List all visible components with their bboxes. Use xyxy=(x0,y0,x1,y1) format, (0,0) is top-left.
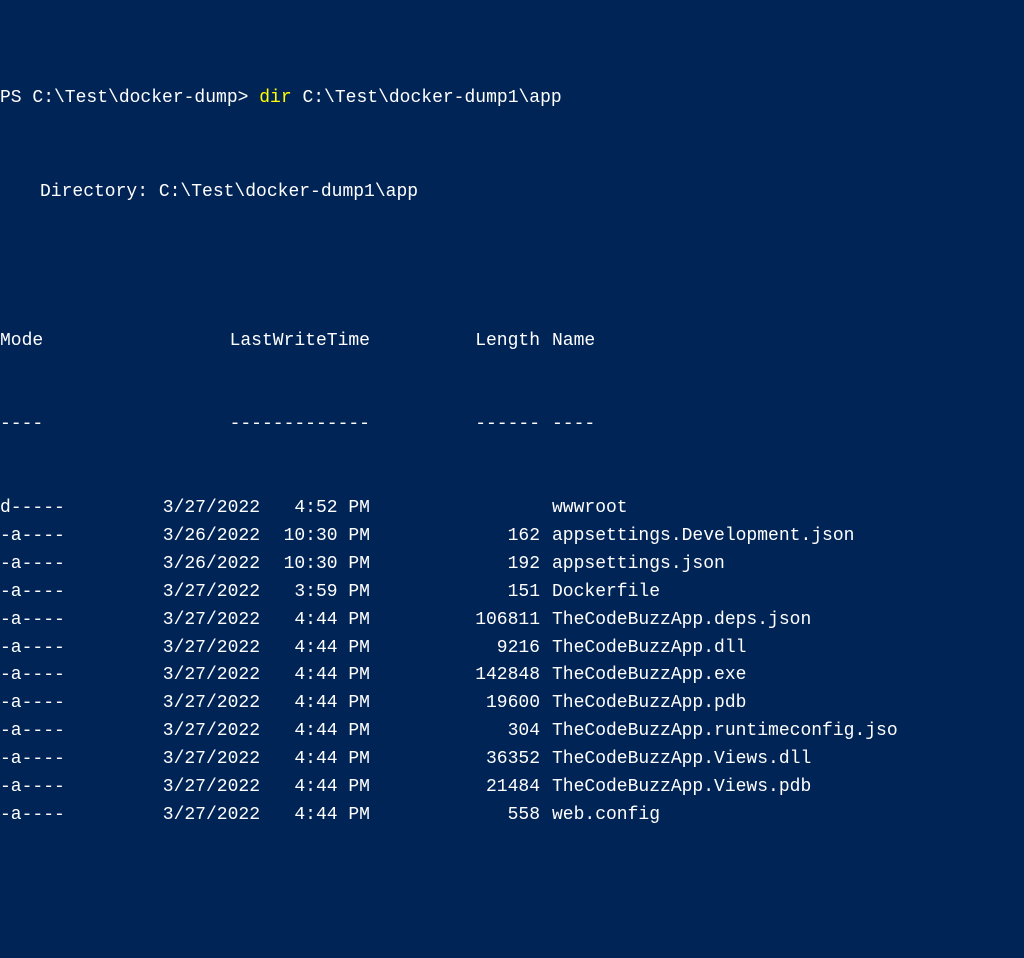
file-name: appsettings.Development.json xyxy=(540,523,854,551)
file-name: appsettings.json xyxy=(540,551,725,579)
file-date: 3/27/2022 xyxy=(140,662,260,690)
file-mode: -a---- xyxy=(0,579,140,607)
file-date: 3/27/2022 xyxy=(140,690,260,718)
file-name: TheCodeBuzzApp.dll xyxy=(540,635,746,663)
file-row: -a----3/27/20224:44 PM558web.config xyxy=(0,802,1024,830)
file-mode: -a---- xyxy=(0,774,140,802)
file-time: 4:44 PM xyxy=(260,662,370,690)
file-length: 558 xyxy=(370,802,540,830)
file-date: 3/26/2022 xyxy=(140,551,260,579)
file-row: -a----3/26/202210:30 PM162appsettings.De… xyxy=(0,523,1024,551)
file-date: 3/27/2022 xyxy=(140,607,260,635)
underline-lastwrite: ------------- xyxy=(140,411,370,439)
file-length: 304 xyxy=(370,718,540,746)
file-mode: -a---- xyxy=(0,523,140,551)
file-mode: -a---- xyxy=(0,635,140,663)
file-date: 3/27/2022 xyxy=(140,718,260,746)
file-length: 106811 xyxy=(370,607,540,635)
file-length: 19600 xyxy=(370,690,540,718)
file-row: -a----3/27/20224:44 PM142848TheCodeBuzzA… xyxy=(0,662,1024,690)
file-time: 10:30 PM xyxy=(260,551,370,579)
file-time: 4:44 PM xyxy=(260,774,370,802)
file-row: d-----3/27/20224:52 PM wwwroot xyxy=(0,495,1024,523)
file-name: web.config xyxy=(540,802,660,830)
file-mode: -a---- xyxy=(0,718,140,746)
underline-name: ---- xyxy=(540,411,595,439)
command-name: dir xyxy=(259,88,291,108)
header-lastwrite: LastWriteTime xyxy=(140,328,370,356)
file-mode: d----- xyxy=(0,495,140,523)
underline-length: ------ xyxy=(370,411,540,439)
file-name: Dockerfile xyxy=(540,579,660,607)
file-time: 4:44 PM xyxy=(260,607,370,635)
file-listing: ModeLastWriteTimeLengthName ------------… xyxy=(0,272,1024,858)
directory-header: Directory: C:\Test\docker-dump1\app xyxy=(0,182,1024,202)
header-name: Name xyxy=(540,328,595,356)
file-time: 4:44 PM xyxy=(260,802,370,830)
file-length: 36352 xyxy=(370,746,540,774)
file-date: 3/27/2022 xyxy=(140,802,260,830)
file-time: 4:44 PM xyxy=(260,635,370,663)
file-time: 10:30 PM xyxy=(260,523,370,551)
file-length: 9216 xyxy=(370,635,540,663)
file-name: TheCodeBuzzApp.exe xyxy=(540,662,746,690)
file-name: TheCodeBuzzApp.Views.pdb xyxy=(540,774,811,802)
command-argument: C:\Test\docker-dump1\app xyxy=(292,88,562,108)
file-row: -a----3/26/202210:30 PM192appsettings.js… xyxy=(0,551,1024,579)
prompt-prefix: PS C:\Test\docker-dump> xyxy=(0,88,259,108)
file-mode: -a---- xyxy=(0,746,140,774)
file-row: -a----3/27/20223:59 PM151Dockerfile xyxy=(0,579,1024,607)
file-name: TheCodeBuzzApp.deps.json xyxy=(540,607,811,635)
prompt-line[interactable]: PS C:\Test\docker-dump> dir C:\Test\dock… xyxy=(0,88,1024,108)
file-date: 3/27/2022 xyxy=(140,495,260,523)
file-name: TheCodeBuzzApp.Views.dll xyxy=(540,746,811,774)
file-row: -a----3/27/20224:44 PM9216TheCodeBuzzApp… xyxy=(0,635,1024,663)
file-row: -a----3/27/20224:44 PM36352TheCodeBuzzAp… xyxy=(0,746,1024,774)
file-mode: -a---- xyxy=(0,662,140,690)
header-mode: Mode xyxy=(0,328,140,356)
file-name: wwwroot xyxy=(540,495,628,523)
underline-mode: ---- xyxy=(0,411,140,439)
file-time: 4:44 PM xyxy=(260,690,370,718)
file-row: -a----3/27/20224:44 PM106811TheCodeBuzzA… xyxy=(0,607,1024,635)
file-mode: -a---- xyxy=(0,690,140,718)
file-mode: -a---- xyxy=(0,607,140,635)
header-length: Length xyxy=(370,328,540,356)
underline-row: --------------------------- xyxy=(0,411,1024,439)
file-row: -a----3/27/20224:44 PM19600TheCodeBuzzAp… xyxy=(0,690,1024,718)
file-date: 3/27/2022 xyxy=(140,579,260,607)
file-time: 4:44 PM xyxy=(260,718,370,746)
file-row: -a----3/27/20224:44 PM304TheCodeBuzzApp.… xyxy=(0,718,1024,746)
file-time: 3:59 PM xyxy=(260,579,370,607)
file-length: 142848 xyxy=(370,662,540,690)
file-date: 3/26/2022 xyxy=(140,523,260,551)
file-date: 3/27/2022 xyxy=(140,746,260,774)
file-length: 151 xyxy=(370,579,540,607)
file-row: -a----3/27/20224:44 PM21484TheCodeBuzzAp… xyxy=(0,774,1024,802)
file-date: 3/27/2022 xyxy=(140,635,260,663)
file-mode: -a---- xyxy=(0,802,140,830)
file-name: TheCodeBuzzApp.pdb xyxy=(540,690,746,718)
file-date: 3/27/2022 xyxy=(140,774,260,802)
file-length: 162 xyxy=(370,523,540,551)
file-length xyxy=(370,495,540,523)
file-length: 192 xyxy=(370,551,540,579)
file-time: 4:44 PM xyxy=(260,746,370,774)
file-time: 4:52 PM xyxy=(260,495,370,523)
file-length: 21484 xyxy=(370,774,540,802)
header-row: ModeLastWriteTimeLengthName xyxy=(0,328,1024,356)
file-name: TheCodeBuzzApp.runtimeconfig.jso xyxy=(540,718,898,746)
file-mode: -a---- xyxy=(0,551,140,579)
